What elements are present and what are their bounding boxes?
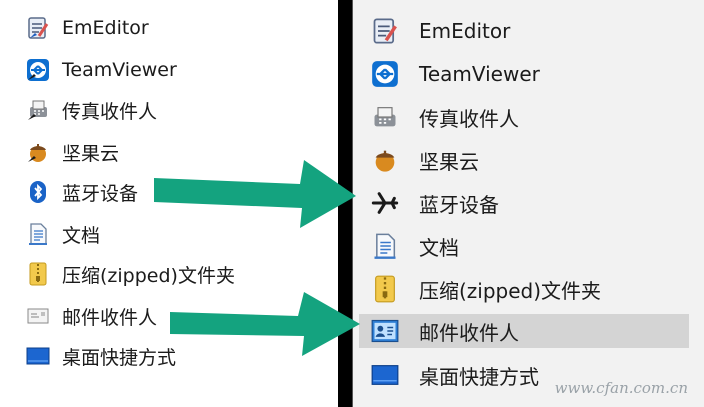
mail-contact-icon [371,317,399,345]
emeditor-icon [26,16,50,40]
right-menu-item-emeditor[interactable]: EmEditor [371,14,671,48]
document-icon [371,232,399,260]
bluetooth-icon [26,180,50,204]
right-menu-item-label: 邮件收件人 [419,320,519,345]
right-menu-item-label: 文档 [419,235,459,260]
left-menu-item-nutstore[interactable]: 坚果云 [26,136,119,168]
arrow-bluetooth-annotation [154,160,356,228]
left-menu-item-teamviewer[interactable]: TeamViewer [26,54,177,86]
left-menu-item-label: 文档 [62,224,101,247]
right-menu-item-label: 压缩(zipped)文件夹 [419,278,602,303]
teamviewer-icon [26,58,50,82]
zip-folder-icon [26,262,50,286]
left-menu-item-label: 蓝牙设备 [62,182,139,205]
left-menu-item-desktop[interactable]: 桌面快捷方式 [26,340,176,372]
left-menu-item-label: 邮件收件人 [62,306,158,329]
left-menu-item-label: 坚果云 [62,142,120,165]
left-menu-item-label: 压缩(zipped)文件夹 [62,264,235,287]
left-menu-item-emeditor[interactable]: EmEditor [26,12,149,44]
right-menu-item-label: 传真收件人 [419,106,519,131]
document-icon [26,222,50,246]
nutstore-icon [26,140,50,164]
right-menu-item-teamviewer[interactable]: TeamViewer [371,57,671,91]
emeditor-icon [371,17,399,45]
arrow-mail-annotation [170,292,360,356]
right-menu-item-label: TeamViewer [419,62,540,86]
teamviewer-icon [371,60,399,88]
right-menu-item-mail[interactable]: 邮件收件人 [359,314,689,348]
right-sendto-menu: EmEditor TeamViewer 传真收件人 坚果云 蓝牙设备 文档 压缩… [352,0,704,407]
right-menu-item-label: 坚果云 [419,149,479,174]
left-menu-item-zip-folder[interactable]: 压缩(zipped)文件夹 [26,258,235,290]
right-menu-item-zip-folder[interactable]: 压缩(zipped)文件夹 [371,272,671,306]
left-menu-item-fax[interactable]: 传真收件人 [26,94,157,126]
fax-icon [26,98,50,122]
left-menu-item-bluetooth[interactable]: 蓝牙设备 [26,176,138,208]
left-menu-item-document[interactable]: 文档 [26,218,100,250]
right-menu-item-label: EmEditor [419,19,511,43]
right-menu-item-document[interactable]: 文档 [371,229,671,263]
right-menu-item-fax[interactable]: 传真收件人 [371,100,671,134]
desktop-icon [371,361,399,389]
fax-icon [371,103,399,131]
zip-folder-icon [371,275,399,303]
mail-icon [26,304,50,328]
left-menu-item-label: 传真收件人 [62,100,158,123]
right-menu-item-label: 桌面快捷方式 [419,364,539,389]
airplane-icon [371,189,399,217]
left-menu-item-label: EmEditor [62,17,149,39]
watermark: www.cfan.com.cn [554,379,688,397]
right-menu-item-nutstore[interactable]: 坚果云 [371,143,671,177]
left-menu-item-mail[interactable]: 邮件收件人 [26,300,157,332]
nutstore-icon [371,146,399,174]
right-menu-item-bluetooth[interactable]: 蓝牙设备 [371,186,671,220]
right-menu-item-label: 蓝牙设备 [419,192,499,217]
desktop-icon [26,344,50,368]
left-menu-item-label: TeamViewer [62,59,177,81]
left-menu-item-label: 桌面快捷方式 [62,346,177,369]
